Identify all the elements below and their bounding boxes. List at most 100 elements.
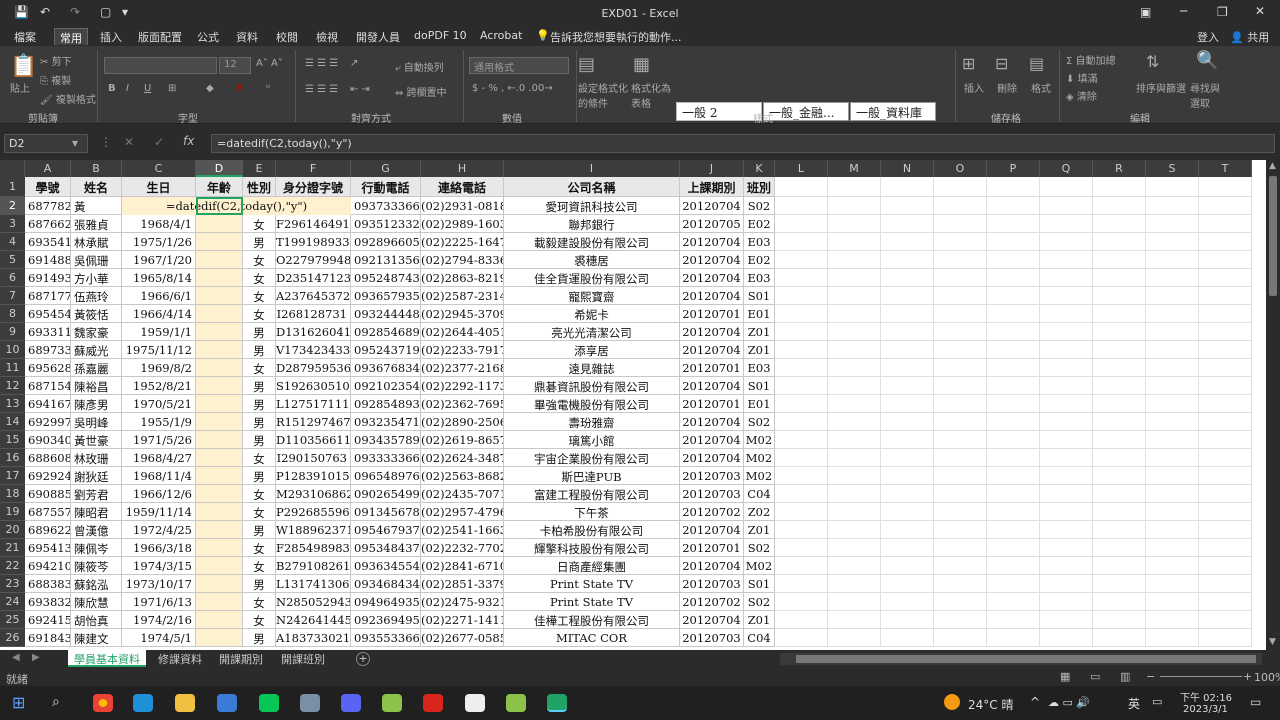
grid-cell[interactable]: 20120704 xyxy=(680,413,744,431)
grid-cell[interactable]: (02)2931-0818 xyxy=(421,197,504,215)
grid-cell[interactable]: (02)2292-1173 xyxy=(421,377,504,395)
grid-cell[interactable] xyxy=(196,269,243,287)
scroll-thumb[interactable] xyxy=(796,655,1256,663)
bold-button[interactable]: B xyxy=(108,83,116,94)
grid-cell[interactable] xyxy=(196,287,243,305)
grid-cell[interactable]: 20120704 xyxy=(680,341,744,359)
grid-cell[interactable] xyxy=(934,395,987,413)
grid-cell[interactable] xyxy=(881,413,934,431)
close-icon[interactable]: ✕ xyxy=(1255,5,1265,17)
grid-cell[interactable] xyxy=(1146,215,1199,233)
grid-cell[interactable]: (02)2435-7071 xyxy=(421,485,504,503)
grid-cell[interactable] xyxy=(934,611,987,629)
grid-cell[interactable] xyxy=(1040,287,1093,305)
grid-cell[interactable]: 女 xyxy=(243,557,276,575)
grid-cell[interactable]: E02 xyxy=(744,215,775,233)
merge-center-button[interactable]: ⇔ 跨欄置中 xyxy=(395,84,447,99)
grid-cell[interactable] xyxy=(987,305,1040,323)
grid-cell[interactable]: E03 xyxy=(744,233,775,251)
horizontal-scrollbar[interactable] xyxy=(780,653,1262,665)
column-header[interactable]: E xyxy=(243,160,276,177)
grid-cell[interactable] xyxy=(881,359,934,377)
grid-cell[interactable] xyxy=(828,413,881,431)
grid-cell[interactable]: 上課期別 xyxy=(680,177,744,197)
grid-cell[interactable] xyxy=(1093,197,1146,215)
grid-cell[interactable] xyxy=(1040,377,1093,395)
grid-cell[interactable] xyxy=(1093,593,1146,611)
grid-cell[interactable]: 陳裕昌 xyxy=(71,377,122,395)
tab-insert[interactable]: 插入 xyxy=(100,29,122,45)
grid-cell[interactable]: 蘇銘泓 xyxy=(71,575,122,593)
grid-cell[interactable] xyxy=(775,593,828,611)
ime-mode-icon[interactable]: ▭ xyxy=(1152,695,1162,708)
grid-cell[interactable] xyxy=(1040,395,1093,413)
grid-cell[interactable]: 班別 xyxy=(744,177,775,197)
grid-cell[interactable]: 693541556 xyxy=(25,233,71,251)
grid-cell[interactable] xyxy=(775,395,828,413)
grid-cell[interactable] xyxy=(1199,359,1252,377)
grid-cell[interactable] xyxy=(987,197,1040,215)
orientation-icon[interactable]: ↗ xyxy=(350,58,358,69)
grid-cell[interactable]: S02 xyxy=(744,413,775,431)
grid-cell[interactable] xyxy=(1040,341,1093,359)
grid-cell[interactable] xyxy=(1093,539,1146,557)
grid-cell[interactable]: 0952437198 xyxy=(351,341,421,359)
grid-cell[interactable] xyxy=(1093,323,1146,341)
grid-cell[interactable] xyxy=(1146,269,1199,287)
grid-cell[interactable]: P128391015 xyxy=(276,467,351,485)
sheet-tab[interactable]: 開課班別 xyxy=(275,650,331,667)
grid-cell[interactable] xyxy=(1040,593,1093,611)
grid-cell[interactable] xyxy=(987,233,1040,251)
grid-cell[interactable]: D110356611 xyxy=(276,431,351,449)
grid-cell[interactable]: C04 xyxy=(744,629,775,647)
grid-cell[interactable] xyxy=(196,539,243,557)
grid-cell[interactable] xyxy=(987,269,1040,287)
grid-cell[interactable] xyxy=(196,593,243,611)
grid-cell[interactable] xyxy=(1040,611,1093,629)
grid-cell[interactable] xyxy=(934,269,987,287)
grid-cell[interactable] xyxy=(1199,467,1252,485)
zoom-out-icon[interactable]: − xyxy=(1146,670,1155,683)
grid-cell[interactable]: 687662572 xyxy=(25,215,71,233)
discord-icon[interactable] xyxy=(341,694,361,712)
grid-cell[interactable]: R151297467 xyxy=(276,413,351,431)
grid-cell[interactable] xyxy=(828,197,881,215)
grid-cell[interactable]: 男 xyxy=(243,575,276,593)
grid-cell[interactable] xyxy=(1199,449,1252,467)
grid-cell[interactable]: A237645372 xyxy=(276,287,351,305)
grid-cell[interactable] xyxy=(1199,575,1252,593)
tab-acrobat[interactable]: Acrobat xyxy=(480,29,522,42)
grid-cell[interactable]: 劉芳君 xyxy=(71,485,122,503)
grid-cell[interactable]: 20120701 xyxy=(680,359,744,377)
paste-button[interactable]: 貼上 xyxy=(10,80,30,95)
grid-cell[interactable] xyxy=(775,575,828,593)
grid-cell[interactable]: 林玫珊 xyxy=(71,449,122,467)
grid-cell[interactable] xyxy=(1040,575,1093,593)
grid-cell[interactable] xyxy=(828,539,881,557)
grid-cell[interactable] xyxy=(196,503,243,521)
grid-cell[interactable] xyxy=(987,557,1040,575)
grid-cell[interactable] xyxy=(1199,323,1252,341)
grid-cell[interactable]: 女 xyxy=(243,305,276,323)
grid-cell[interactable]: 學號 xyxy=(25,177,71,197)
grid-cell[interactable]: Z01 xyxy=(744,521,775,539)
find-select-button[interactable]: 尋找與選取 xyxy=(1190,80,1222,110)
grid-cell[interactable] xyxy=(775,377,828,395)
acrobat-icon[interactable] xyxy=(423,694,443,712)
row-header[interactable]: 5 xyxy=(0,251,25,269)
sort-filter-icon[interactable]: ⇅ xyxy=(1146,52,1159,71)
camtasia-icon[interactable] xyxy=(382,694,402,712)
grid-cell[interactable]: 伍燕玲 xyxy=(71,287,122,305)
grid-cell[interactable] xyxy=(775,503,828,521)
grid-cell[interactable] xyxy=(1199,233,1252,251)
grid-cell[interactable] xyxy=(1146,521,1199,539)
grid-cell[interactable]: MITAC COR xyxy=(504,629,680,647)
tab-developer[interactable]: 開發人員 xyxy=(356,29,400,45)
grid-cell[interactable] xyxy=(987,215,1040,233)
notification-icon[interactable]: ▭ xyxy=(1250,695,1261,709)
grid-cell[interactable]: 女 xyxy=(243,359,276,377)
fill-button[interactable]: ⬇ 填滿 xyxy=(1066,70,1098,85)
grid-cell[interactable] xyxy=(987,629,1040,647)
grid-cell[interactable]: 輝擎科技股份有限公司 xyxy=(504,539,680,557)
grid-cell[interactable]: 0928546897 xyxy=(351,323,421,341)
